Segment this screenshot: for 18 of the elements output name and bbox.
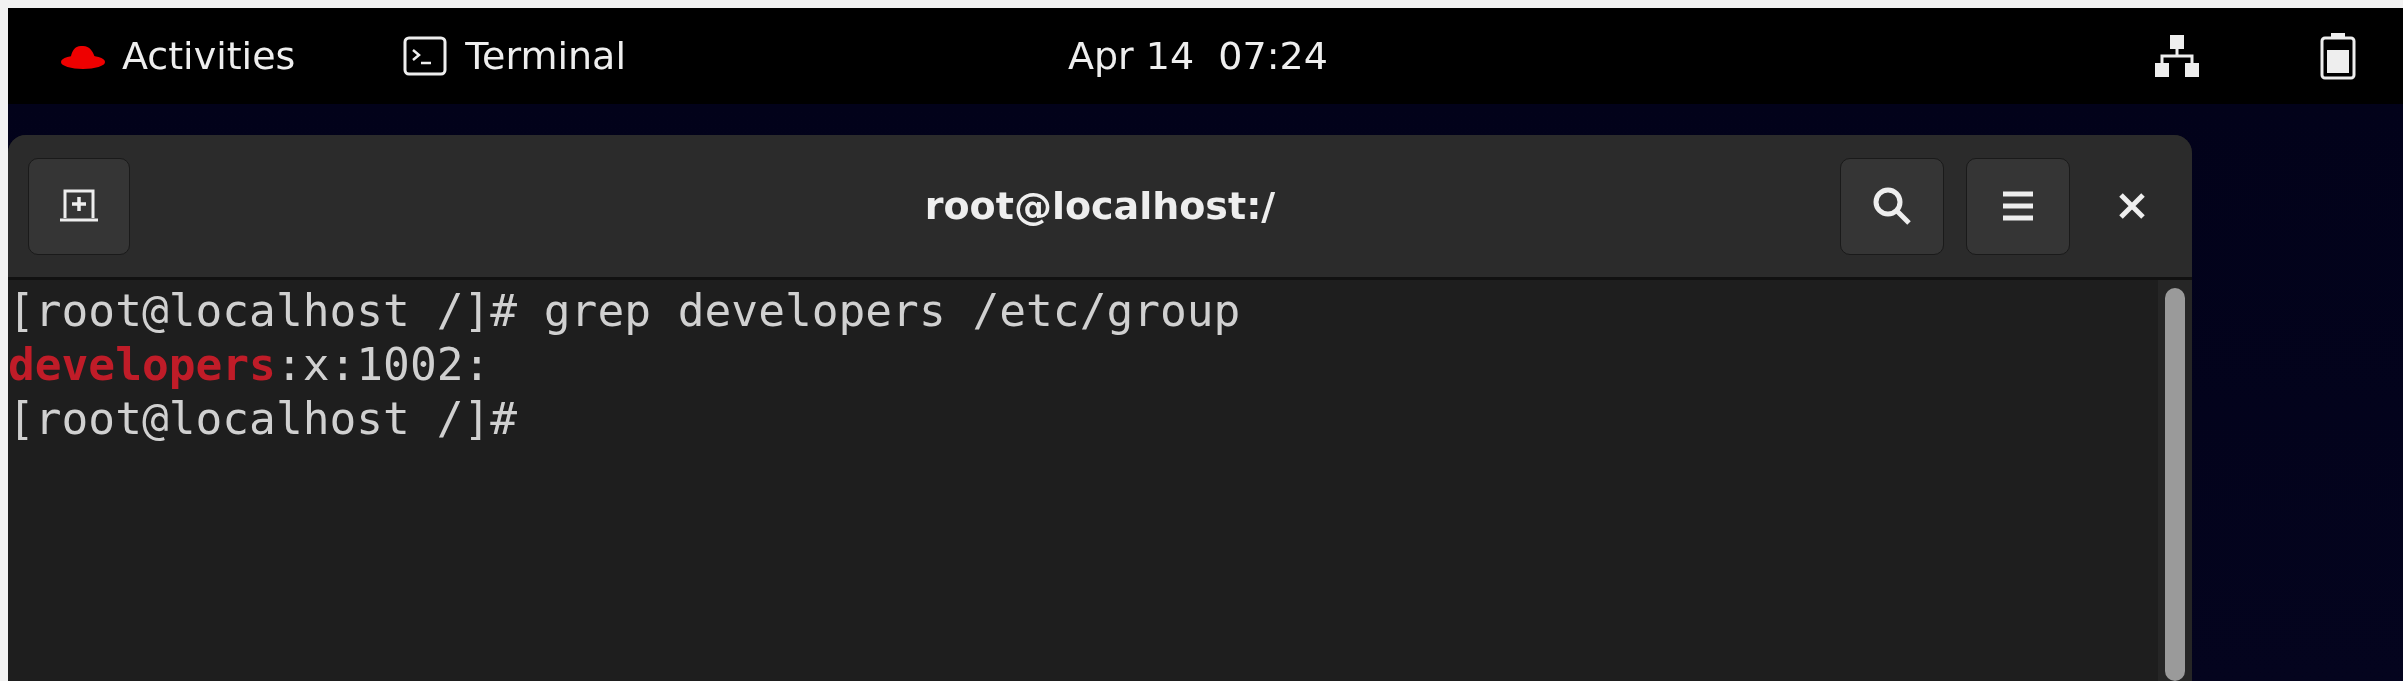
activities-button[interactable]: Activities	[122, 27, 296, 85]
terminal-line: [root@localhost /]# grep developers /etc/group	[8, 284, 1242, 338]
menu-icon	[2002, 190, 2034, 222]
search-icon	[1871, 185, 1913, 227]
terminal-line: [root@localhost /]#	[8, 392, 519, 446]
close-icon	[2118, 192, 2146, 220]
battery-icon[interactable]	[2319, 32, 2357, 80]
scrollbar[interactable]	[2158, 280, 2192, 681]
new-tab-button[interactable]	[28, 157, 130, 255]
window-title: root@localhost:/	[924, 182, 1276, 230]
terminal-line: developers:x:1002:	[8, 338, 492, 392]
menu-button[interactable]	[1966, 157, 2070, 255]
app-menu[interactable]: Terminal	[465, 27, 626, 85]
new-tab-icon	[59, 188, 99, 224]
network-icon[interactable]	[2154, 33, 2200, 79]
terminal-icon	[403, 36, 448, 76]
clock[interactable]: Apr 14 07:24	[1068, 27, 1328, 85]
search-button[interactable]	[1840, 157, 1944, 255]
